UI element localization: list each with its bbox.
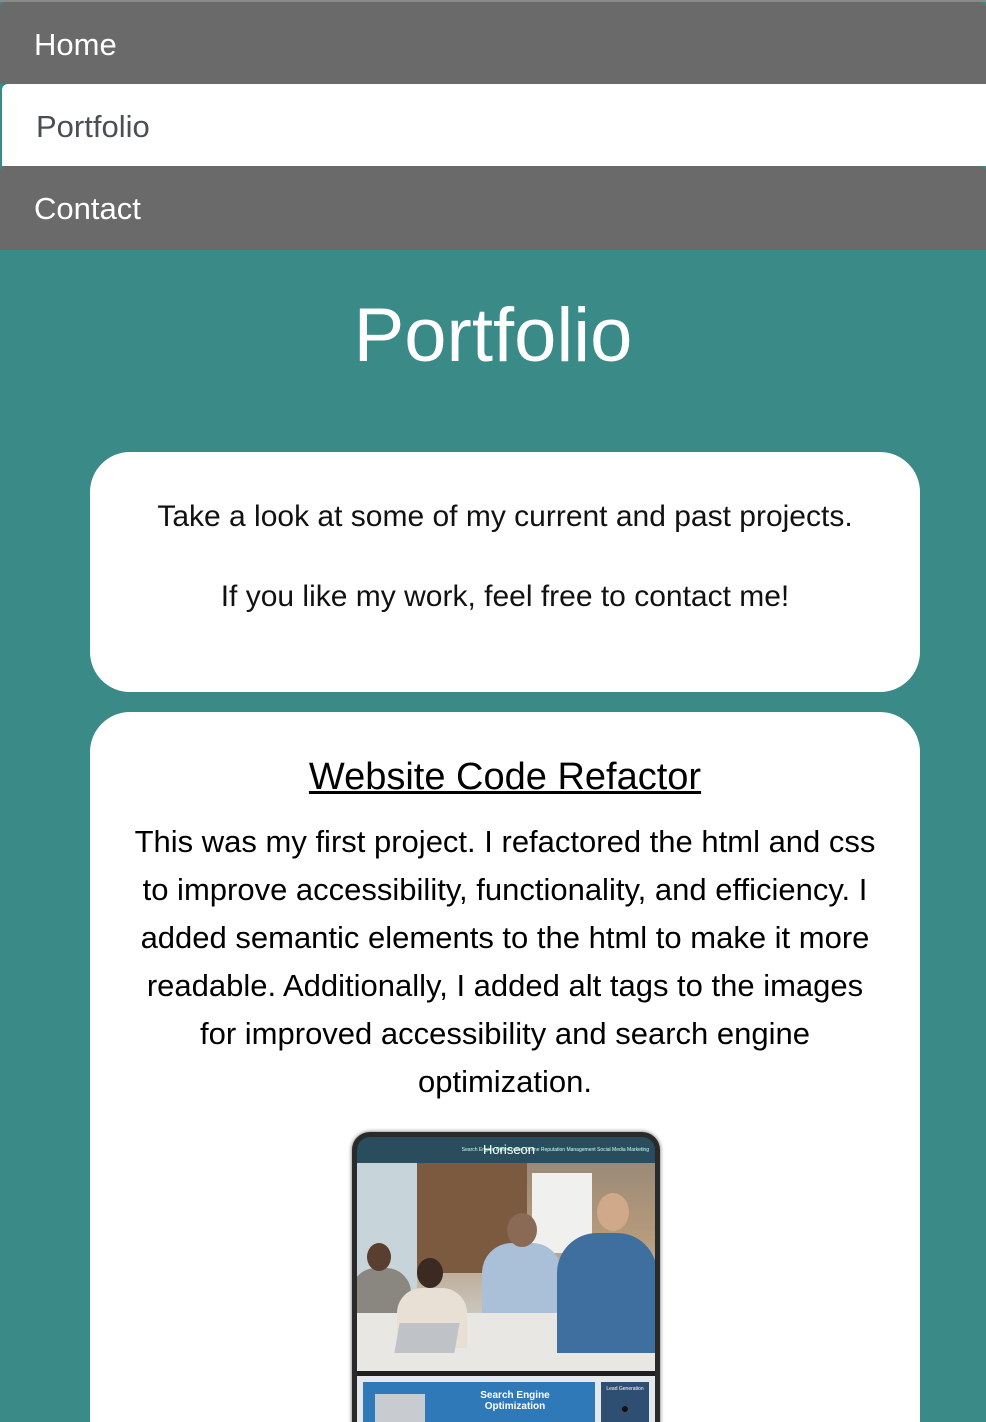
- intro-line-1: Take a look at some of my current and pa…: [157, 500, 853, 533]
- project-title-link[interactable]: Website Code Refactor: [90, 756, 920, 799]
- hero-laptop: [394, 1323, 460, 1353]
- screenshot-seo-block: Search Engine Optimization: [363, 1382, 595, 1422]
- page-title: Portfolio: [353, 293, 633, 378]
- screenshot-hero-image: [357, 1163, 655, 1371]
- hero-person-head: [367, 1243, 391, 1271]
- project-description: This was my first project. I refactored …: [134, 824, 876, 1099]
- intro-card: Take a look at some of my current and pa…: [90, 452, 920, 692]
- intro-line-2: If you like my work, feel free to contac…: [220, 580, 790, 613]
- screenshot-header: Horiseon Search Engine Optimization Onli…: [357, 1137, 655, 1163]
- nav-item-portfolio[interactable]: Portfolio: [2, 84, 986, 166]
- screenshot-section-title: Search Engine Optimization: [480, 1390, 550, 1412]
- nav-item-contact[interactable]: Contact: [0, 166, 986, 250]
- hero-person-head: [417, 1258, 443, 1288]
- nav-item-home[interactable]: Home: [0, 2, 986, 84]
- project-card: Website Code Refactor This was my first …: [90, 712, 920, 1422]
- hero-person-head: [507, 1213, 537, 1247]
- screenshot-side-label: Lead Generation: [606, 1386, 644, 1392]
- hero-person: [557, 1233, 655, 1353]
- screenshot-section: Search Engine Optimization Lead Generati…: [357, 1376, 655, 1422]
- project-screenshot[interactable]: Horiseon Search Engine Optimization Onli…: [352, 1132, 660, 1422]
- screenshot-side-block: Lead Generation ●: [601, 1382, 649, 1422]
- lightbulb-icon: ●: [620, 1400, 630, 1416]
- screenshot-nav: Search Engine Optimization Online Reputa…: [461, 1147, 649, 1153]
- hero-person-head: [597, 1193, 629, 1231]
- screenshot-thumb: [375, 1394, 425, 1422]
